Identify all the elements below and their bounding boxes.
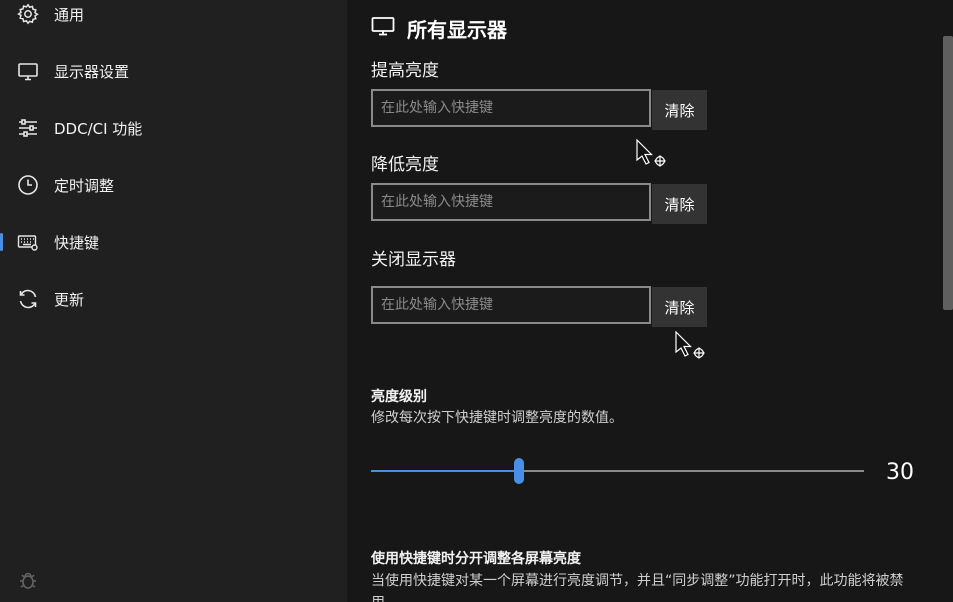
refresh-icon — [17, 288, 39, 310]
sidebar: 通用 显示器设置 DDC/CI 功能 定时调整 快捷键 更新 — [0, 0, 347, 602]
bug-icon[interactable] — [17, 569, 39, 591]
decrease-brightness-label: 降低亮度 — [371, 155, 439, 175]
increase-brightness-label: 提高亮度 — [371, 61, 439, 81]
sidebar-item-label: DDC/CI 功能 — [54, 119, 143, 138]
decrease-brightness-clear-button[interactable]: 清除 — [652, 184, 707, 224]
turn-off-display-clear-button[interactable]: 清除 — [652, 287, 707, 327]
sidebar-item-label: 快捷键 — [54, 233, 100, 252]
gear-icon — [17, 3, 39, 25]
turn-off-display-label: 关闭显示器 — [371, 250, 456, 270]
brightness-level-slider[interactable] — [371, 458, 864, 484]
separate-adjust-description: 当使用快捷键对某一个屏幕进行亮度调节，并且“同步调整”功能打开时，此功能将被禁用 — [371, 573, 904, 602]
sidebar-item-label: 更新 — [54, 290, 85, 309]
increase-brightness-hotkey-input[interactable] — [371, 89, 651, 127]
monitor-icon — [371, 15, 395, 41]
app-window: 通用 显示器设置 DDC/CI 功能 定时调整 快捷键 更新 所有显示器 提高亮… — [0, 0, 953, 602]
brightness-level-title: 亮度级别 — [371, 389, 427, 405]
move-cursor-icon — [636, 138, 670, 171]
brightness-level-description: 修改每次按下快捷键时调整亮度的数值。 — [371, 410, 623, 426]
slider-fill — [371, 470, 519, 472]
brightness-level-value: 30 — [886, 460, 914, 485]
sidebar-item-ddcci[interactable]: DDC/CI 功能 — [0, 108, 347, 148]
clock-icon — [17, 174, 39, 196]
section-header: 所有显示器 — [371, 14, 507, 42]
sidebar-item-update[interactable]: 更新 — [0, 279, 347, 319]
keyboard-icon — [17, 231, 39, 253]
sidebar-item-label: 通用 — [54, 5, 85, 24]
scrollbar-thumb[interactable] — [943, 36, 953, 310]
monitor-icon — [17, 60, 39, 82]
sidebar-item-label: 显示器设置 — [54, 62, 130, 81]
sidebar-item-general[interactable]: 通用 — [0, 0, 347, 34]
sidebar-item-label: 定时调整 — [54, 176, 115, 195]
sidebar-item-display-settings[interactable]: 显示器设置 — [0, 51, 347, 91]
sidebar-item-schedule[interactable]: 定时调整 — [0, 165, 347, 205]
turn-off-display-hotkey-input[interactable] — [371, 286, 651, 324]
decrease-brightness-hotkey-input[interactable] — [371, 183, 651, 221]
move-cursor-icon — [675, 330, 709, 363]
increase-brightness-clear-button[interactable]: 清除 — [652, 90, 707, 130]
section-title: 所有显示器 — [407, 17, 507, 42]
sidebar-item-hotkeys[interactable]: 快捷键 — [0, 222, 347, 262]
separate-adjust-title: 使用快捷键时分开调整各屏幕亮度 — [371, 551, 581, 567]
slider-thumb[interactable] — [513, 458, 524, 484]
sliders-icon — [17, 117, 39, 139]
active-indicator — [0, 233, 3, 251]
